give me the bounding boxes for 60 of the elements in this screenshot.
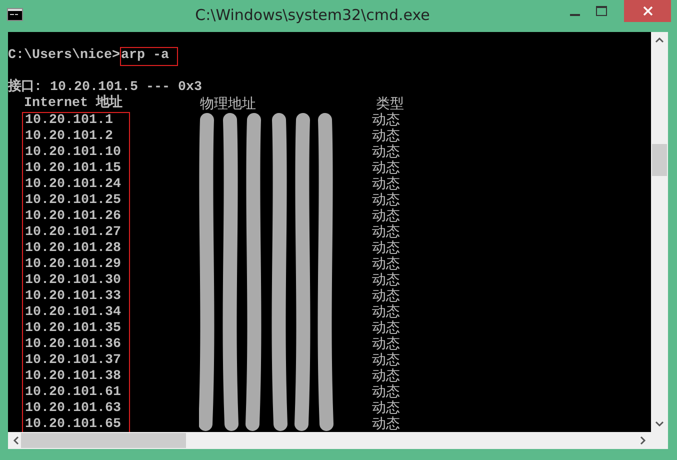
vertical-scrollbar[interactable] — [651, 32, 668, 432]
type-cell: 动态 — [372, 192, 400, 208]
ip-address: 10.20.101.29 — [25, 257, 122, 273]
cmd-icon — [7, 8, 23, 21]
ip-address: 10.20.101.36 — [25, 337, 122, 353]
scrollbar-thumb[interactable] — [652, 144, 667, 176]
type-cell: 动态 — [372, 128, 400, 144]
ip-address: 10.20.101.2 — [25, 129, 114, 145]
ip-address: 10.20.101.61 — [25, 385, 122, 401]
ip-address: 10.20.101.15 — [25, 161, 122, 177]
type-cell: 动态 — [372, 320, 400, 336]
ip-address: 10.20.101.33 — [25, 289, 122, 305]
type-cell: 动态 — [372, 144, 400, 160]
column-header: Internet 地址 — [24, 96, 124, 112]
type-cell: 动态 — [372, 400, 400, 416]
ip-address: 10.20.101.37 — [25, 353, 122, 369]
type-cell: 动态 — [372, 224, 400, 240]
column-header: 物理地址 — [200, 96, 257, 112]
type-cell: 动态 — [372, 336, 400, 352]
ip-address: 10.20.101.30 — [25, 273, 122, 289]
scrollbar-thumb[interactable] — [21, 433, 186, 448]
type-cell: 动态 — [372, 368, 400, 384]
scroll-right-icon[interactable] — [640, 436, 646, 445]
ip-address: 10.20.101.10 — [25, 145, 122, 161]
scroll-up-icon[interactable] — [655, 37, 664, 43]
type-cell: 动态 — [372, 112, 400, 128]
window-title: C:\Windows\system32\cmd.exe — [194, 5, 431, 26]
ip-address: 10.20.101.65 — [25, 417, 122, 432]
close-icon — [642, 6, 652, 16]
type-cell: 动态 — [372, 176, 400, 192]
close-button[interactable] — [624, 0, 671, 22]
prompt-text: C:\Users\nice> — [8, 48, 120, 64]
type-cell: 动态 — [372, 288, 400, 304]
type-cell: 动态 — [372, 208, 400, 224]
ip-address: 10.20.101.24 — [25, 177, 122, 193]
type-cell: 动态 — [372, 272, 400, 288]
maximize-icon — [596, 6, 606, 16]
type-cell: 动态 — [372, 416, 400, 432]
ip-address: 10.20.101.63 — [25, 401, 122, 417]
ip-address: 10.20.101.38 — [25, 369, 122, 385]
type-cell: 动态 — [372, 256, 400, 272]
scroll-down-icon[interactable] — [655, 421, 664, 427]
type-cell: 动态 — [372, 384, 400, 400]
type-cell: 动态 — [372, 240, 400, 256]
minimize-icon — [570, 14, 580, 16]
column-header: 类型 — [376, 96, 404, 112]
ip-address: 10.20.101.25 — [25, 193, 122, 209]
command-text: arp -a — [120, 47, 178, 66]
type-cell: 动态 — [372, 160, 400, 176]
ip-address: 10.20.101.1 — [25, 113, 114, 129]
ip-address: 10.20.101.26 — [25, 209, 122, 225]
scroll-left-icon[interactable] — [13, 436, 19, 445]
horizontal-scrollbar[interactable] — [8, 432, 651, 449]
ip-address: 10.20.101.27 — [25, 225, 122, 241]
ip-address: 10.20.101.28 — [25, 241, 122, 257]
type-cell: 动态 — [372, 304, 400, 320]
interface-line: 接口: 10.20.101.5 --- 0x3 — [8, 80, 202, 95]
ip-address: 10.20.101.34 — [25, 305, 122, 321]
ip-address: 10.20.101.35 — [25, 321, 122, 337]
type-cell: 动态 — [372, 352, 400, 368]
